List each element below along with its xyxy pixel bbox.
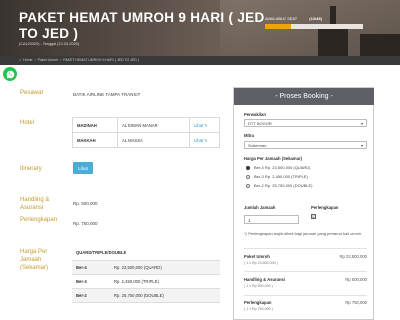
breadcrumb-current: PAKET HEMAT UMROH 9 HARI ( JED TO JED )	[63, 58, 139, 62]
summary-price: Rp 750,000	[345, 300, 367, 305]
breadcrumb: ⌂ Home › Paket Umroh › PAKET HEMAT UMROH 9 HA…	[19, 58, 141, 62]
divider	[244, 271, 367, 272]
radio-icon	[246, 174, 250, 179]
pesawat-value: BATIK AIRLINE TAMPA TRANSIT	[73, 92, 141, 97]
hotel-city: MAKKAH	[72, 132, 118, 148]
hero-banner: PAKET HEMAT UMROH 9 HARI ( JED TO JED ) …	[0, 0, 400, 60]
chevron-down-icon: ▾	[360, 143, 363, 148]
table-row: Ber-4 Rp. 23,500,000 (QUARD)	[72, 260, 220, 275]
seat-label: AVAILABLE SEAT	[265, 16, 298, 21]
booking-panel: - Proses Booking - Perwakilan DTT BOGOR ▾…	[233, 87, 374, 320]
option-radio[interactable]: Ber-4 Rp. 23,500,000 (QUARD)	[246, 165, 310, 170]
hotel-lihat-link[interactable]: Lihat ✎	[194, 123, 208, 128]
summary-item: Paket Umroh ( 1 x Rp 23,500,000 ) Rp 23,…	[244, 254, 367, 265]
summary-sub: ( 1 x Rp 750,000 )	[244, 307, 273, 311]
booking-title-suffix-icon: -	[328, 93, 333, 100]
price-table: QUARD/TRIPLE/DOUBLE Ber-4 Rp. 23,500,000 …	[72, 246, 220, 303]
summary-item: Perlengkapan ( 1 x Rp 750,000 ) Rp 750,0…	[244, 300, 367, 311]
radio-selected-icon	[246, 165, 250, 170]
hotel-label: Hotel	[20, 120, 35, 126]
divider	[244, 295, 367, 296]
chevron-down-icon: ▾	[360, 121, 363, 126]
perwakilan-label: Perwakilan	[244, 112, 266, 117]
seat-progress	[265, 24, 363, 29]
handling-label: Handling & Asuransi	[20, 197, 50, 211]
harga-label: Harga Per Jamaah (Sekamar)	[20, 249, 49, 271]
summary-price: Rp 500,000	[345, 277, 367, 282]
table-header-row: QUARD/TRIPLE/DOUBLE	[72, 246, 220, 261]
mitra-value: Suherman	[248, 143, 267, 148]
breadcrumb-home[interactable]: Home	[23, 58, 32, 62]
table-row: Ber-3 Rp. 2,450,000 (TRIPLE)	[72, 274, 220, 289]
breadcrumb-bar: ⌂ Home › Paket Umroh › PAKET HEMAT UMROH 9 HA…	[0, 56, 400, 65]
perlengkapan-value: Rp. 750,000	[73, 221, 98, 226]
price-table-header: QUARD/TRIPLE/DOUBLE	[72, 246, 220, 261]
jumlah-input[interactable]: 1	[244, 215, 299, 224]
perlengkapan-note: *) Perlengkapan wajib dibeli bagi jamaah…	[244, 231, 362, 236]
itinerary-button[interactable]: Lihat	[73, 162, 93, 174]
seat-progress-fill	[265, 24, 292, 29]
bed-type: Ber-2	[72, 288, 110, 303]
whatsapp-button[interactable]	[3, 67, 17, 81]
bed-price: Rp. 23,500,000 (QUARD)	[110, 260, 220, 275]
mitra-label: Mitra	[244, 133, 255, 138]
hotel-lihat-link[interactable]: Lihat ✎	[194, 138, 208, 143]
handling-value: Rp. 500,000	[73, 201, 98, 206]
summary-sub: ( 1 x Rp 23,500,000 )	[244, 261, 278, 265]
bed-type: Ber-4	[72, 260, 110, 275]
perlengkapan-checkbox[interactable]: ☑	[311, 214, 316, 219]
perlengkapan-label: Perlengkapan	[20, 217, 58, 223]
itinerary-label: Itinerary	[20, 166, 42, 172]
option-text: Ber-4 Rp. 23,500,000 (QUARD)	[254, 165, 311, 170]
jumlah-label: Jumlah Jamaah	[244, 205, 276, 210]
perwakilan-value: DTT BOGOR	[248, 121, 272, 126]
home-icon: ⌂	[19, 58, 22, 62]
whatsapp-icon	[6, 70, 14, 78]
hotel-name: AL EIMAN MANAR	[117, 117, 190, 133]
pesawat-label: Pesawat	[20, 90, 44, 96]
mitra-select[interactable]: Suherman ▾	[244, 141, 367, 149]
breadcrumb-sep-icon: ›	[60, 58, 62, 62]
seat-info: AVAILABLE SEAT (13/48)	[265, 16, 322, 21]
table-row: MAKKAH AL MASSA Lihat ✎	[72, 132, 220, 148]
summary-sub: ( 1 x Rp 500,000 )	[244, 284, 273, 288]
bed-type: Ber-3	[72, 274, 110, 289]
summary-price: Rp 23,500,000	[339, 254, 367, 259]
page-subtitle: (CA120320) - Tanggal (12-03-2020)	[19, 42, 80, 46]
page-title: PAKET HEMAT UMROH 9 HARI ( JED TO JED )	[19, 10, 265, 41]
perlengkapan-check-label: Perlengkapan	[311, 205, 339, 210]
option-radio[interactable]: Ber-2 Rp. 25,750,000 (DOUBLE)	[246, 183, 312, 188]
booking-title: Proses Booking	[279, 93, 329, 100]
bed-price: Rp. 2,450,000 (TRIPLE)	[110, 274, 220, 289]
seat-count: (13/48)	[309, 16, 322, 21]
breadcrumb-paket-umroh[interactable]: Paket Umroh	[38, 58, 58, 62]
table-row: Ber-2 Rp. 25,750,000 (DOUBLE)	[72, 288, 220, 303]
table-row: MADINAH AL EIMAN MANAR Lihat ✎	[72, 117, 220, 133]
option-radio[interactable]: Ber-3 Rp. 2,450,000 (TRIPLE)	[246, 174, 308, 179]
bed-price: Rp. 25,750,000 (DOUBLE)	[110, 288, 220, 303]
booking-panel-header: - Proses Booking -	[234, 88, 374, 105]
hotel-name: AL MASSA	[117, 132, 190, 148]
radio-icon	[246, 183, 250, 188]
hotel-city: MADINAH	[72, 117, 118, 133]
summary-item: Handling & Asuransi ( 1 x Rp 500,000 ) R…	[244, 277, 367, 288]
hotel-table: MADINAH AL EIMAN MANAR Lihat ✎ MAKKAH AL…	[72, 117, 220, 148]
breadcrumb-sep-icon: ›	[34, 58, 36, 62]
option-text: Ber-2 Rp. 25,750,000 (DOUBLE)	[254, 183, 313, 188]
perwakilan-select[interactable]: DTT BOGOR ▾	[244, 119, 367, 127]
option-text: Ber-3 Rp. 2,450,000 (TRIPLE)	[254, 174, 308, 179]
divider	[244, 248, 367, 249]
harga-option-label: Harga Per Jamaah (Sekamar)	[244, 156, 302, 161]
